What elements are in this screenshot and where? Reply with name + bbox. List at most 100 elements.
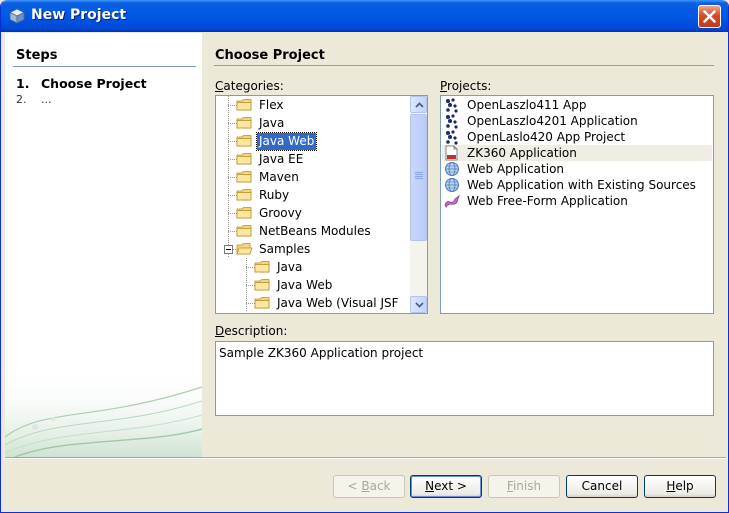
step-item-2: 2.... xyxy=(16,93,52,106)
button-text: < xyxy=(347,479,362,493)
step-number: 2. xyxy=(16,93,27,106)
description-text: Sample ZK360 Application project xyxy=(219,346,424,360)
categories-scrollbar[interactable] xyxy=(410,96,427,313)
tree-item-label: Java xyxy=(259,116,285,130)
grip-line xyxy=(415,176,423,177)
back-button[interactable]: < Back xyxy=(333,475,405,498)
scroll-thumb[interactable] xyxy=(410,114,427,241)
folder-icon xyxy=(254,261,270,273)
project-item-openlaszlo411[interactable]: OpenLaszlo411 App xyxy=(442,97,712,113)
project-item-label: OpenLaszlo411 App xyxy=(467,98,587,112)
label-text: rojects: xyxy=(447,79,492,93)
categories-label: Categories: xyxy=(215,79,284,93)
projects-label: Projects: xyxy=(440,79,491,93)
button-text: Cancel xyxy=(581,479,623,493)
label-text: escription: xyxy=(224,324,288,338)
tree-item-label: Groovy xyxy=(259,206,302,220)
openlaszlo-icon xyxy=(446,98,458,113)
folder-icon xyxy=(254,279,270,291)
finish-button[interactable]: Finish xyxy=(488,475,560,498)
description-label: Description: xyxy=(215,324,287,338)
step-label: Choose Project xyxy=(41,76,147,91)
tree-item-label: Java Web (Visual JSF xyxy=(277,296,399,310)
scroll-down-button[interactable] xyxy=(410,296,427,313)
project-item-label: Web Free-Form Application xyxy=(467,194,628,208)
folder-open-icon xyxy=(236,243,253,255)
button-text: elp xyxy=(675,479,694,493)
project-item-label: ZK360 Application xyxy=(467,146,577,160)
folder-icon xyxy=(236,117,252,129)
folder-icon xyxy=(236,135,252,147)
mnemonic: D xyxy=(215,324,225,338)
collapse-toggle[interactable] xyxy=(224,245,233,254)
button-text: inish xyxy=(512,479,542,493)
grip-line xyxy=(415,172,423,173)
mnemonic: H xyxy=(666,479,676,493)
description-area[interactable]: Sample ZK360 Application project xyxy=(215,341,714,416)
folder-icon xyxy=(236,189,252,201)
freeform-icon xyxy=(444,194,460,208)
step-item-1: 1. Choose Project xyxy=(16,76,147,91)
project-item-openlaslo420[interactable]: OpenLaslo420 App Project xyxy=(442,129,712,145)
project-item-label: OpenLaszlo4201 Application xyxy=(467,114,638,128)
mnemonic: N xyxy=(425,479,435,493)
folder-icon xyxy=(236,207,252,219)
help-button[interactable]: Help xyxy=(644,475,716,498)
tree-item-label: Ruby xyxy=(259,188,290,202)
project-item-web-application-existing-sources[interactable]: Web Application with Existing Sources xyxy=(442,177,712,193)
cancel-button[interactable]: Cancel xyxy=(566,475,638,498)
grip-line xyxy=(415,174,423,175)
categories-tree[interactable]: Flex Java Java Web Java EE Maven Ruby Gr… xyxy=(215,95,428,314)
title-bar[interactable]: New Project xyxy=(1,0,728,32)
window-title: New Project xyxy=(31,7,127,23)
label-text: ategories: xyxy=(223,79,284,93)
tree-item-label: Java Web xyxy=(255,132,318,151)
button-text: ack xyxy=(369,479,391,493)
steps-panel: Steps 1. Choose Project 2.... xyxy=(5,33,202,457)
swirl-decoration xyxy=(5,367,202,457)
tree-item-label: Java Web xyxy=(277,278,333,292)
mnemonic: P xyxy=(440,79,448,93)
project-item-label: OpenLaslo420 App Project xyxy=(467,130,626,144)
folder-icon xyxy=(236,99,252,111)
footer-divider-highlight xyxy=(5,458,726,459)
project-item-openlaszlo4201[interactable]: OpenLaszlo4201 Application xyxy=(442,113,712,129)
zk-document-icon xyxy=(445,145,458,161)
chevron-up-icon xyxy=(415,102,424,108)
globe-icon xyxy=(445,162,459,176)
next-button[interactable]: Next > xyxy=(410,475,482,498)
cube-icon xyxy=(9,8,25,24)
projects-list[interactable]: OpenLaszlo411 App OpenLaszlo4201 Applica… xyxy=(440,95,714,314)
scroll-up-button[interactable] xyxy=(410,96,427,113)
tree-item-label: Java EE xyxy=(259,152,304,166)
project-item-zk360[interactable]: ZK360 Application xyxy=(442,145,712,161)
folder-icon xyxy=(254,297,270,309)
tree-item-label: Samples xyxy=(259,242,311,256)
new-project-dialog: New Project Steps 1. Choose Project 2.... xyxy=(0,0,729,513)
step-label: ... xyxy=(41,93,52,106)
step-number: 1. xyxy=(16,76,30,91)
tree-item-label: NetBeans Modules xyxy=(259,224,371,238)
project-item-label: Web Application xyxy=(467,162,565,176)
project-item-label: Web Application with Existing Sources xyxy=(467,178,696,192)
project-item-web-free-form[interactable]: Web Free-Form Application xyxy=(442,193,712,209)
folder-icon xyxy=(236,153,252,165)
tree-item-label: Java xyxy=(277,260,303,274)
grip-line xyxy=(415,178,423,179)
mnemonic: B xyxy=(361,479,370,493)
close-button[interactable] xyxy=(698,5,721,28)
header-divider xyxy=(214,65,714,66)
button-text: ext > xyxy=(434,479,467,493)
close-icon xyxy=(703,10,716,23)
chevron-down-icon xyxy=(415,302,424,308)
globe-icon xyxy=(445,178,459,192)
folder-icon xyxy=(236,171,252,183)
project-item-web-application[interactable]: Web Application xyxy=(442,161,712,177)
tree-item-label: Maven xyxy=(259,170,299,184)
openlaszlo-icon xyxy=(446,114,458,129)
choose-project-header: Choose Project xyxy=(215,48,325,63)
steps-divider xyxy=(13,66,196,67)
openlaszlo-icon xyxy=(446,130,458,145)
tree-item-label: Flex xyxy=(259,98,284,112)
folder-icon xyxy=(236,225,252,237)
